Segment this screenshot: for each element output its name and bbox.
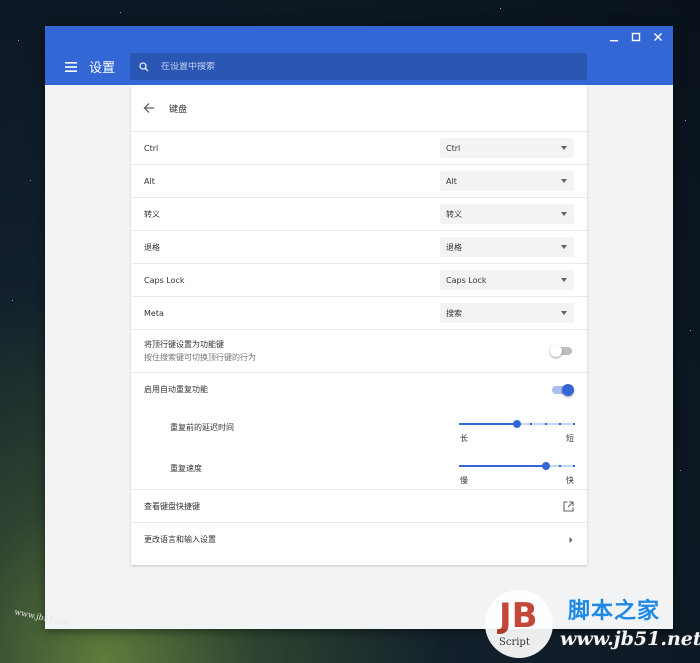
- select-value: Caps Lock: [446, 275, 487, 285]
- key-label: 退格: [144, 242, 160, 252]
- hamburger-menu-icon: [65, 61, 77, 72]
- keyboard-settings-card: 键盘 Ctrl Ctrl Alt Alt 转义 转义 退格 退格 Caps Lo…: [131, 85, 587, 565]
- key-label: Caps Lock: [144, 275, 185, 285]
- keyboard-shortcuts-label: 查看键盘快捷键: [144, 501, 200, 511]
- key-row-meta: Meta 搜索: [131, 297, 587, 330]
- app-bar: 设置: [45, 48, 673, 85]
- slider-tick: [544, 423, 547, 425]
- key-select-escape[interactable]: 转义: [440, 204, 574, 224]
- auto-repeat-setting: 启用自动重复功能: [131, 373, 587, 406]
- watermark-brand-url: www.jb51.net: [560, 628, 700, 650]
- page-title: 键盘: [169, 104, 188, 115]
- repeat-delay-label: 重复前的延迟时间: [170, 422, 234, 432]
- title-bar: [45, 26, 673, 48]
- keyboard-shortcuts-link[interactable]: 查看键盘快捷键: [131, 490, 587, 523]
- select-value: Ctrl: [446, 143, 461, 153]
- key-select-meta[interactable]: 搜索: [440, 303, 574, 323]
- slider-tick: [516, 423, 518, 425]
- maximize-button[interactable]: [625, 26, 647, 48]
- open-in-new-icon: [563, 500, 574, 512]
- key-select-ctrl[interactable]: Ctrl: [440, 138, 574, 158]
- key-select-backspace[interactable]: 退格: [440, 237, 574, 257]
- key-label: Meta: [144, 308, 164, 318]
- dropdown-arrow-icon: [561, 245, 567, 249]
- slider-min-label: 慢: [460, 475, 468, 485]
- dropdown-arrow-icon: [561, 146, 567, 150]
- repeat-rate-label: 重复速度: [170, 464, 202, 473]
- slider-tick: [530, 464, 533, 467]
- slider-max-label: 快: [566, 475, 574, 485]
- select-value: 退格: [446, 242, 462, 252]
- key-row-escape: 转义 转义: [131, 198, 587, 231]
- slider-tick: [501, 464, 504, 467]
- slider-tick: [487, 464, 490, 467]
- repeat-rate-setting: 重复速度 慢 快: [131, 448, 587, 490]
- top-row-keys-sublabel: 按住搜索键可切换顶行键的行为: [144, 353, 256, 362]
- watermark-logo: JB Script: [485, 590, 553, 658]
- top-row-keys-setting: 将顶行键设置为功能键 按住搜索键可切换顶行键的行为: [131, 330, 587, 373]
- watermark-logo-text: Script: [499, 637, 530, 648]
- chevron-right-icon: [569, 536, 573, 543]
- close-button[interactable]: [647, 26, 669, 48]
- slider-tick: [473, 423, 476, 425]
- slider-tick: [459, 423, 461, 425]
- close-icon: [654, 33, 662, 41]
- language-input-label: 更改语言和输入设置: [144, 535, 216, 544]
- key-row-ctrl: Ctrl Ctrl: [131, 132, 587, 165]
- slider-tick: [459, 464, 461, 467]
- key-label: Alt: [144, 176, 155, 186]
- select-value: 搜索: [446, 308, 462, 318]
- top-row-keys-label: 将顶行键设置为功能键: [144, 340, 224, 349]
- dropdown-arrow-icon: [561, 179, 567, 183]
- menu-button[interactable]: [59, 55, 83, 79]
- repeat-delay-setting: 重复前的延迟时间 长 短: [131, 406, 587, 448]
- slider-tick: [516, 464, 518, 467]
- slider-tick: [501, 423, 504, 425]
- slider-tick: [530, 423, 533, 425]
- slider-tick: [558, 464, 561, 467]
- select-value: Alt: [446, 176, 457, 186]
- slider-min-label: 长: [460, 434, 468, 443]
- search-box[interactable]: [130, 53, 587, 80]
- slider-tick: [573, 464, 575, 467]
- repeat-delay-slider[interactable]: 长 短: [459, 409, 575, 445]
- auto-repeat-label: 启用自动重复功能: [144, 385, 208, 394]
- app-title: 设置: [89, 61, 116, 76]
- back-arrow-icon: [143, 103, 154, 113]
- key-label: 转义: [144, 209, 160, 219]
- key-row-alt: Alt Alt: [131, 165, 587, 198]
- slider-tick: [573, 423, 575, 425]
- minimize-button[interactable]: [603, 26, 625, 48]
- back-button[interactable]: [143, 100, 159, 116]
- minimize-icon: [610, 40, 618, 42]
- dropdown-arrow-icon: [561, 311, 567, 315]
- key-select-caps-lock[interactable]: Caps Lock: [440, 270, 574, 290]
- search-input[interactable]: [161, 61, 581, 72]
- dropdown-arrow-icon: [561, 278, 567, 282]
- maximize-icon: [631, 32, 641, 42]
- slider-tick: [558, 423, 561, 425]
- key-select-alt[interactable]: Alt: [440, 171, 574, 191]
- key-label: Ctrl: [144, 143, 159, 153]
- repeat-rate-slider[interactable]: 慢 快: [459, 451, 575, 487]
- slider-tick: [487, 423, 490, 425]
- slider-max-label: 短: [566, 434, 574, 443]
- settings-window: 设置 键盘 Ctrl Ctrl Alt: [45, 26, 673, 629]
- key-row-backspace: 退格 退格: [131, 231, 587, 264]
- slider-tick: [473, 464, 476, 467]
- key-row-caps-lock: Caps Lock Caps Lock: [131, 264, 587, 297]
- dropdown-arrow-icon: [561, 212, 567, 216]
- auto-repeat-toggle[interactable]: [550, 383, 574, 397]
- search-icon: [139, 60, 153, 74]
- select-value: 转义: [446, 209, 462, 219]
- page-header: 键盘: [131, 85, 587, 132]
- watermark-brand: 脚本之家: [568, 599, 661, 624]
- slider-tick: [544, 464, 547, 467]
- top-row-keys-toggle[interactable]: [550, 344, 574, 358]
- language-input-link[interactable]: 更改语言和输入设置: [131, 523, 587, 556]
